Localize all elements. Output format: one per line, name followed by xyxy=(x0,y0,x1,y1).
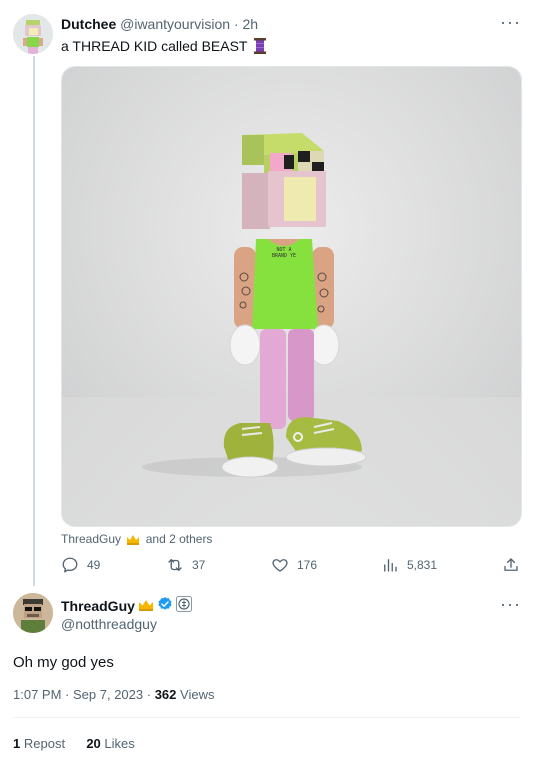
author-name[interactable]: Dutchee xyxy=(61,16,116,32)
heart-icon xyxy=(271,556,289,574)
share-icon xyxy=(502,556,520,574)
reply-button[interactable]: 49 xyxy=(61,556,100,574)
repost-stat[interactable]: 1 Repost xyxy=(13,736,69,751)
thread-spool-icon xyxy=(254,38,267,57)
analytics-bar-icon xyxy=(381,556,399,574)
svg-text:BRAND YE: BRAND YE xyxy=(272,253,296,259)
tagged-others: and 2 others xyxy=(145,532,213,546)
repost-count: 37 xyxy=(192,558,206,572)
reply-author-name[interactable]: ThreadGuy xyxy=(61,598,135,614)
tweet-action-bar: 49 37 176 5,831 xyxy=(61,556,522,576)
likes-stat-count: 20 xyxy=(86,736,101,751)
like-button[interactable]: 176 xyxy=(271,556,317,574)
repost-stat-count: 1 xyxy=(13,736,21,751)
tagged-user-name: ThreadGuy xyxy=(61,532,122,546)
verified-badge-icon[interactable] xyxy=(157,596,173,615)
tweet-header: Dutchee @iwantyourvision · 2h xyxy=(61,16,258,32)
header-separator: · xyxy=(233,16,239,32)
likes-stat-label: Likes xyxy=(104,736,135,751)
crown-icon xyxy=(126,534,140,548)
reply-views-count: 362 xyxy=(154,687,177,702)
divider xyxy=(13,717,521,718)
repost-icon xyxy=(166,556,184,574)
reply-author-name-row: ThreadGuy xyxy=(61,596,192,615)
author-avatar[interactable] xyxy=(13,14,53,54)
likes-stat[interactable]: 20 Likes xyxy=(86,736,134,751)
thread-connector-line xyxy=(33,56,35,586)
views-button[interactable]: 5,831 xyxy=(381,556,437,574)
reply-meta: 1:07 PM · Sep 7, 2023 · 362 Views xyxy=(13,687,215,702)
more-options-icon[interactable]: ··· xyxy=(500,13,521,31)
reply-count: 49 xyxy=(87,558,101,572)
reply-text: Oh my god yes xyxy=(13,654,114,671)
tweet-text-content: a THREAD KID called BEAST xyxy=(61,38,248,54)
repost-button[interactable]: 37 xyxy=(166,556,205,574)
reply-icon xyxy=(61,556,79,574)
affiliate-badge-icon[interactable] xyxy=(175,596,192,615)
tweet-timestamp[interactable]: 2h xyxy=(243,16,259,32)
author-handle[interactable]: @iwantyourvision xyxy=(120,16,230,32)
views-count: 5,831 xyxy=(407,558,438,572)
crown-icon xyxy=(138,598,154,614)
share-button[interactable] xyxy=(502,556,520,574)
reply-author-avatar[interactable] xyxy=(13,593,53,633)
tagged-users[interactable]: ThreadGuy and 2 others xyxy=(61,532,212,548)
tweet-text: a THREAD KID called BEAST xyxy=(61,38,267,57)
reply-views-label: Views xyxy=(180,687,215,702)
like-count: 176 xyxy=(297,558,318,572)
reply-date[interactable]: Sep 7, 2023 xyxy=(73,687,143,702)
tweet-media-image[interactable]: NOT A BRAND YE xyxy=(61,66,522,527)
reply-engagement-stats: 1 Repost 20 Likes xyxy=(13,736,135,751)
reply-time[interactable]: 1:07 PM xyxy=(13,687,61,702)
more-options-icon[interactable]: ··· xyxy=(500,595,521,613)
repost-stat-label: Repost xyxy=(23,736,66,751)
reply-author-handle[interactable]: @notthreadguy xyxy=(61,616,157,632)
